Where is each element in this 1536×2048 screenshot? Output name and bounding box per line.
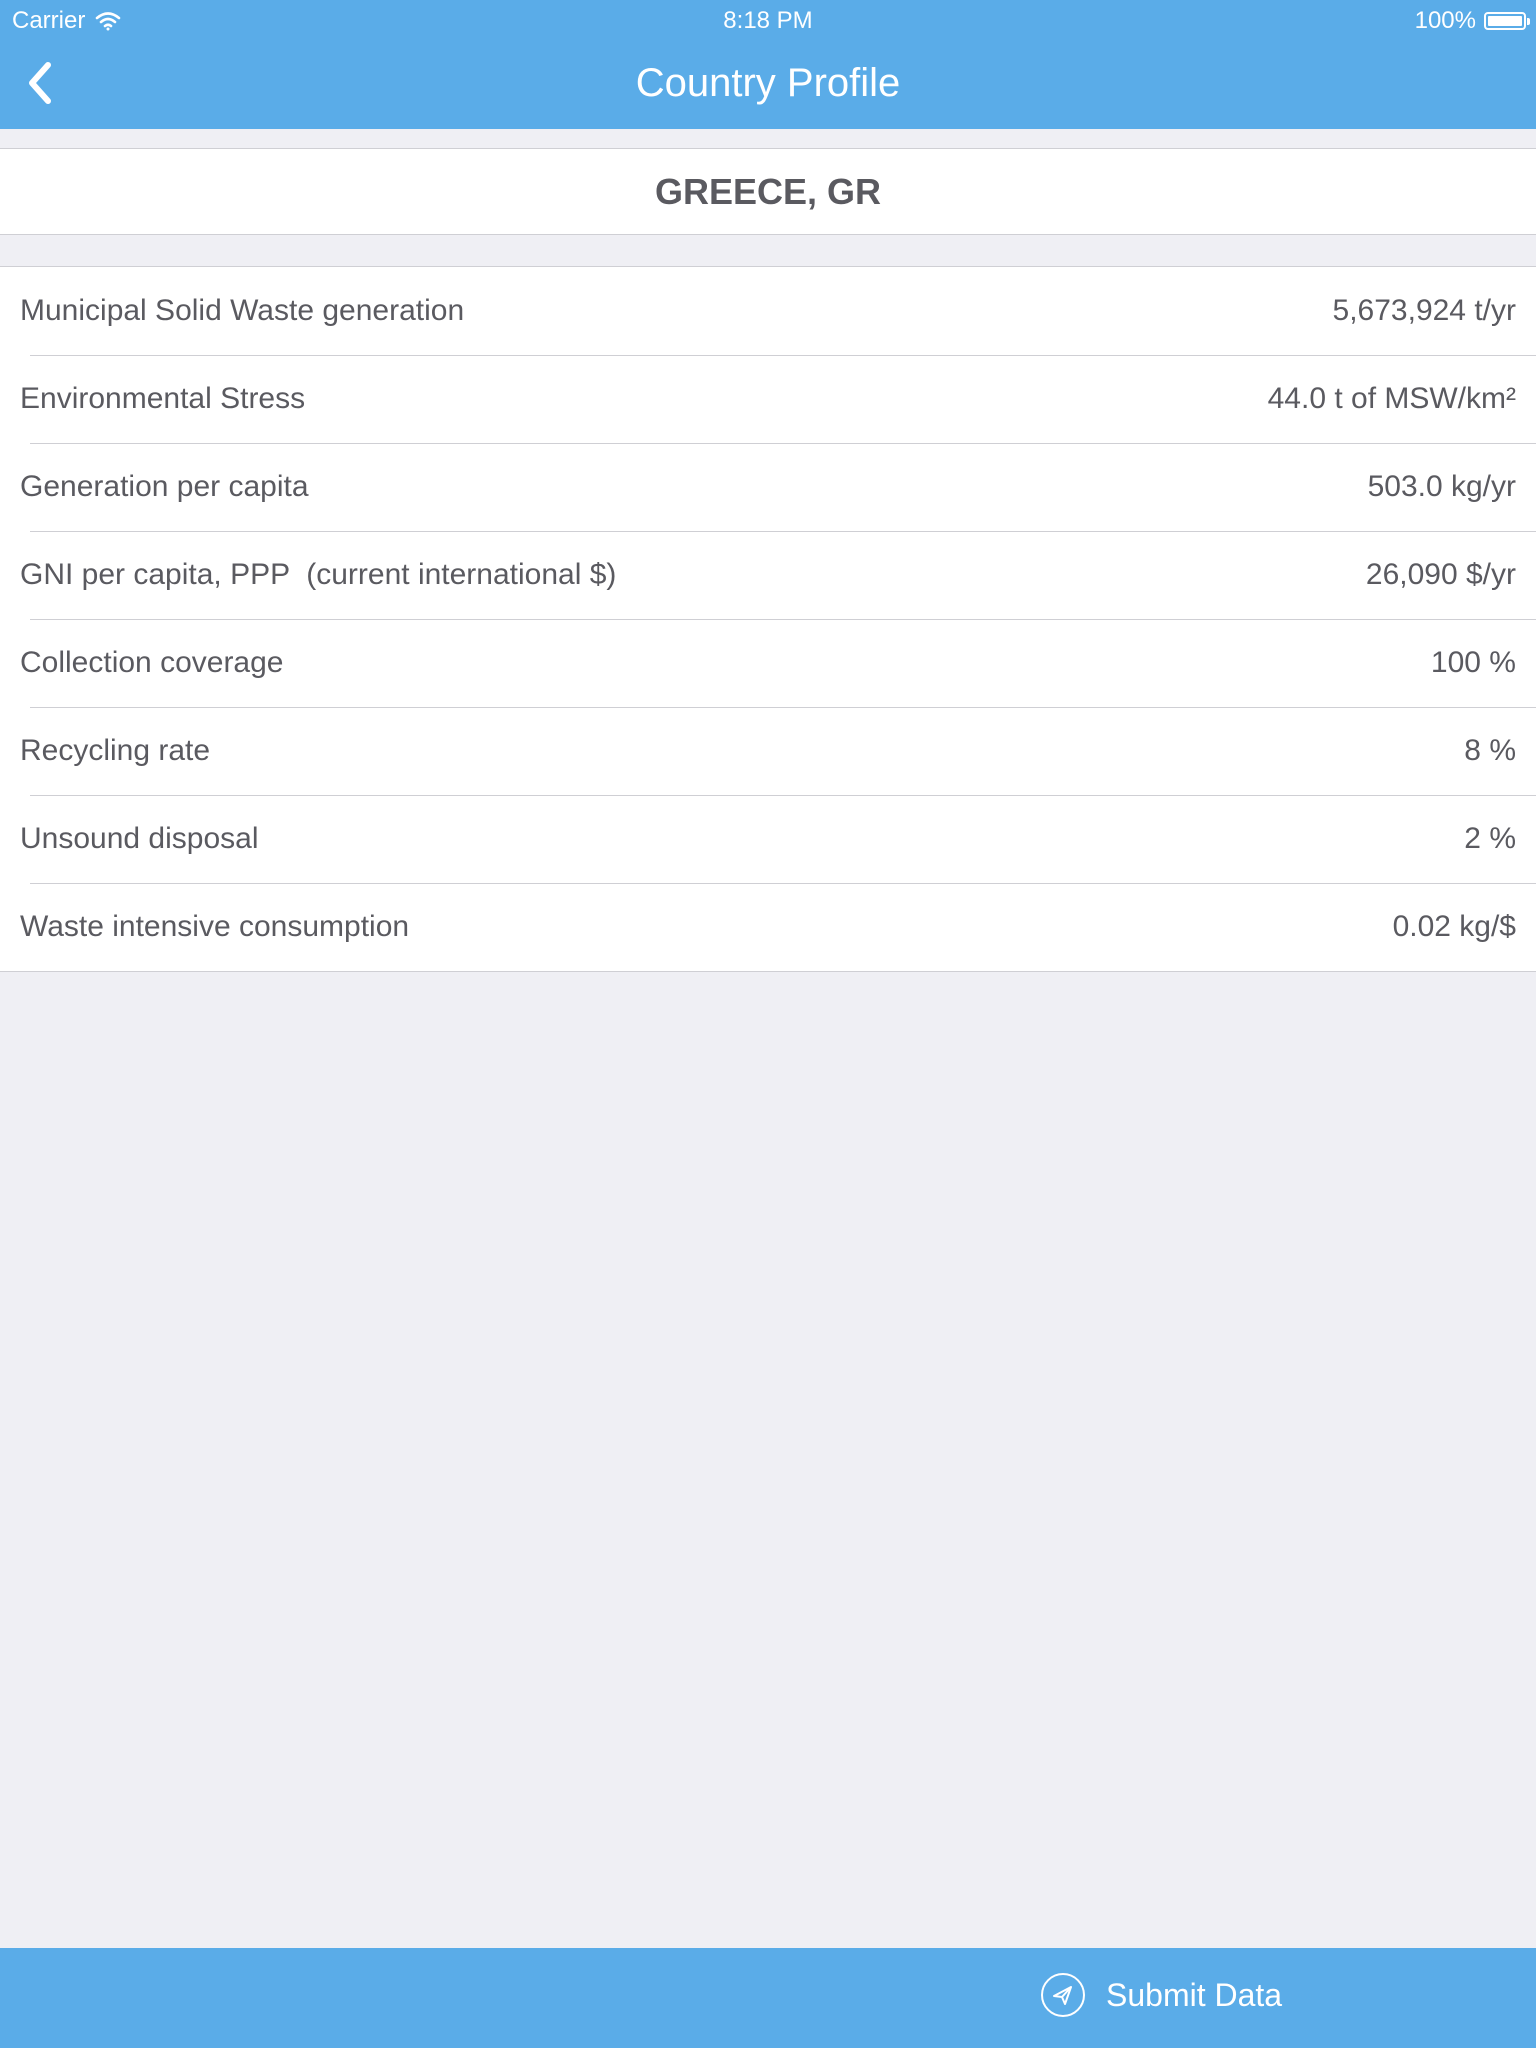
row-value: 0.02 kg/$: [1392, 910, 1516, 943]
bottom-toolbar: Submit Data: [0, 1948, 1536, 2048]
row-label: Collection coverage: [20, 646, 284, 679]
table-row: Waste intensive consumption 0.02 kg/$: [0, 883, 1536, 971]
row-value: 8 %: [1464, 734, 1516, 767]
top-bar: Carrier 8:18 PM 100% Country Profile: [0, 0, 1536, 129]
battery-fill: [1488, 16, 1522, 26]
row-value: 503.0 kg/yr: [1367, 470, 1516, 503]
indicator-table: Municipal Solid Waste generation 5,673,9…: [0, 266, 1536, 972]
table-row: Recycling rate 8 %: [0, 707, 1536, 795]
row-label: GNI per capita, PPP (current internation…: [20, 558, 617, 591]
row-value: 100 %: [1430, 646, 1516, 679]
table-row: Generation per capita 503.0 kg/yr: [0, 443, 1536, 531]
battery-label: 100%: [1414, 7, 1476, 34]
row-label: Waste intensive consumption: [20, 910, 410, 943]
table-row: Unsound disposal 2 %: [0, 795, 1536, 883]
row-label: Environmental Stress: [20, 382, 306, 415]
page-title: Country Profile: [635, 61, 901, 105]
row-label: Recycling rate: [20, 734, 211, 767]
country-name: GREECE, GR: [654, 170, 882, 212]
submit-data-label: Submit Data: [1106, 1976, 1283, 2013]
submit-data-button[interactable]: Submit Data: [1040, 1972, 1282, 2018]
send-icon: [1041, 1973, 1085, 2017]
row-value: 2 %: [1464, 822, 1516, 855]
battery-area: 100%: [1414, 7, 1530, 35]
row-label: Unsound disposal: [20, 822, 259, 855]
table-row: Collection coverage 100 %: [0, 619, 1536, 707]
country-header: GREECE, GR: [0, 148, 1536, 235]
row-value: 5,673,924 t/yr: [1332, 294, 1516, 327]
table-row: Municipal Solid Waste generation 5,673,9…: [0, 267, 1536, 355]
navigation-bar: Country Profile: [0, 40, 1536, 129]
table-row: GNI per capita, PPP (current internation…: [0, 531, 1536, 619]
status-bar: Carrier 8:18 PM 100%: [0, 0, 1536, 40]
row-value: 44.0 t of MSW/km²: [1267, 382, 1516, 415]
table-row: Environmental Stress 44.0 t of MSW/km²: [0, 355, 1536, 443]
row-label: Generation per capita: [20, 470, 309, 503]
status-time: 8:18 PM: [723, 7, 813, 34]
row-label: Municipal Solid Waste generation: [20, 294, 465, 327]
row-value: 26,090 $/yr: [1365, 558, 1516, 591]
battery-icon: [1484, 12, 1530, 30]
